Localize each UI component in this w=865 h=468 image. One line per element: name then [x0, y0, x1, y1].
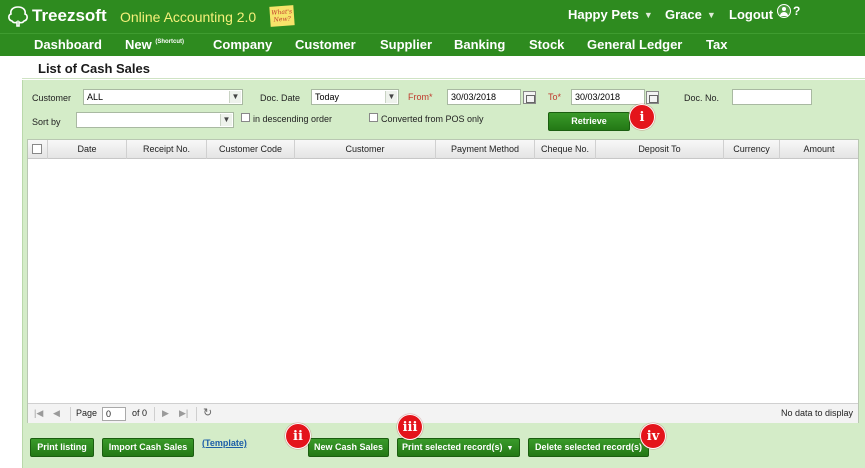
doc-no-input[interactable]: [732, 89, 812, 105]
annotation-badge-ii: ii: [285, 423, 311, 449]
doc-date-label: Doc. Date: [260, 93, 301, 103]
divider: [154, 407, 155, 421]
sort-by-label: Sort by: [32, 117, 61, 127]
top-bar: Treezsoft Online Accounting 2.0 What's N…: [0, 0, 865, 33]
page-title: List of Cash Sales: [38, 61, 150, 76]
user-profile-icon[interactable]: [777, 4, 791, 18]
chevron-down-icon: ▼: [229, 91, 241, 103]
column-header[interactable]: Customer: [295, 140, 436, 159]
page-number-input[interactable]: 0: [102, 407, 126, 421]
menu-banking[interactable]: Banking: [454, 37, 505, 52]
annotation-badge-i: i: [629, 104, 655, 130]
user-name: Grace: [665, 7, 702, 22]
import-cash-sales-button[interactable]: Import Cash Sales: [102, 438, 194, 457]
last-page-icon[interactable]: ▶|: [179, 408, 188, 419]
menu-company[interactable]: Company: [213, 37, 272, 52]
menu-tax[interactable]: Tax: [706, 37, 727, 52]
menu-stock[interactable]: Stock: [529, 37, 564, 52]
first-page-icon[interactable]: |◀: [34, 408, 43, 419]
pager-status: No data to display: [780, 408, 853, 418]
help-area: ?: [777, 4, 800, 18]
annotation-badge-iii: iii: [397, 414, 423, 440]
divider: [70, 407, 71, 421]
delete-selected-button[interactable]: Delete selected record(s): [528, 438, 649, 457]
page-label: Page: [76, 408, 98, 418]
chevron-down-icon: ▼: [220, 114, 232, 126]
menu-dashboard[interactable]: Dashboard: [34, 37, 102, 52]
pos-only-checkbox[interactable]: [369, 113, 378, 122]
main-menu: Dashboard New (Shortcut) Company Custome…: [0, 33, 865, 56]
column-header[interactable]: Receipt No.: [127, 140, 207, 159]
descending-checkbox[interactable]: [241, 113, 250, 122]
menu-new[interactable]: New (Shortcut): [125, 37, 184, 52]
page-count: of 0: [132, 408, 148, 418]
company-name: Happy Pets: [568, 7, 639, 22]
column-header[interactable]: Currency: [724, 140, 780, 159]
user-menu[interactable]: Grace ▼: [665, 7, 716, 22]
help-icon[interactable]: ?: [793, 4, 800, 18]
brand-name: Treezsoft: [32, 6, 107, 25]
logout-link[interactable]: Logout: [729, 7, 773, 22]
column-header[interactable]: Date: [48, 140, 127, 159]
table-header: Date Receipt No. Customer Code Customer …: [28, 140, 858, 159]
retrieve-button[interactable]: Retrieve: [548, 112, 630, 131]
annotation-badge-iv: iv: [640, 423, 666, 449]
refresh-icon[interactable]: ↻: [203, 406, 212, 419]
column-header[interactable]: Deposit To: [596, 140, 724, 159]
pos-only-label: Converted from POS only: [381, 114, 484, 124]
select-all-checkbox[interactable]: [32, 144, 42, 154]
column-header[interactable]: Customer Code: [207, 140, 295, 159]
column-header[interactable]: Cheque No.: [535, 140, 596, 159]
whats-new-badge[interactable]: What's New?: [269, 5, 295, 27]
chevron-down-icon: ▼: [643, 9, 653, 20]
template-link[interactable]: (Template): [202, 438, 247, 448]
product-name: Online Accounting 2.0: [120, 9, 257, 25]
new-cash-sales-button[interactable]: New Cash Sales: [308, 438, 389, 457]
chevron-down-icon: ▼: [506, 445, 514, 452]
from-date-input[interactable]: 30/03/2018: [447, 89, 521, 105]
print-listing-button[interactable]: Print listing: [30, 438, 94, 457]
action-bar: Print listing Import Cash Sales (Templat…: [27, 414, 859, 463]
divider: [196, 407, 197, 421]
chevron-down-icon: ▼: [385, 91, 397, 103]
from-label: From*: [408, 92, 433, 102]
print-selected-button[interactable]: Print selected record(s) ▼: [397, 438, 520, 457]
select-all-cell: [28, 140, 48, 159]
menu-new-shortcut: (Shortcut): [155, 39, 185, 45]
chevron-down-icon: ▼: [706, 9, 716, 20]
prev-page-icon[interactable]: ◀: [53, 408, 60, 419]
customer-label: Customer: [32, 93, 72, 103]
doc-no-label: Doc. No.: [684, 93, 720, 103]
sort-by-select[interactable]: ▼: [76, 112, 234, 128]
company-switcher[interactable]: Happy Pets ▼: [568, 7, 653, 22]
calendar-icon[interactable]: [646, 91, 659, 104]
tree-logo-icon: [8, 6, 28, 27]
menu-general-ledger[interactable]: General Ledger: [587, 37, 682, 52]
column-header[interactable]: Amount: [780, 140, 858, 159]
menu-supplier[interactable]: Supplier: [380, 37, 432, 52]
to-date-input[interactable]: 30/03/2018: [571, 89, 645, 105]
pagination-bar: |◀ ◀ Page 0 of 0 ▶ ▶| ↻ No data to displ…: [28, 403, 858, 423]
descending-label: in descending order: [253, 114, 333, 124]
logo[interactable]: Treezsoft: [6, 5, 107, 27]
column-header[interactable]: Payment Method: [436, 140, 535, 159]
calendar-icon[interactable]: [523, 91, 536, 104]
menu-customer[interactable]: Customer: [295, 37, 356, 52]
divider: [22, 78, 865, 79]
customer-select[interactable]: ALL ▼: [83, 89, 243, 105]
next-page-icon[interactable]: ▶: [162, 408, 169, 419]
to-label: To*: [548, 92, 562, 102]
cash-sales-table: Date Receipt No. Customer Code Customer …: [27, 139, 859, 423]
doc-date-select[interactable]: Today ▼: [311, 89, 399, 105]
